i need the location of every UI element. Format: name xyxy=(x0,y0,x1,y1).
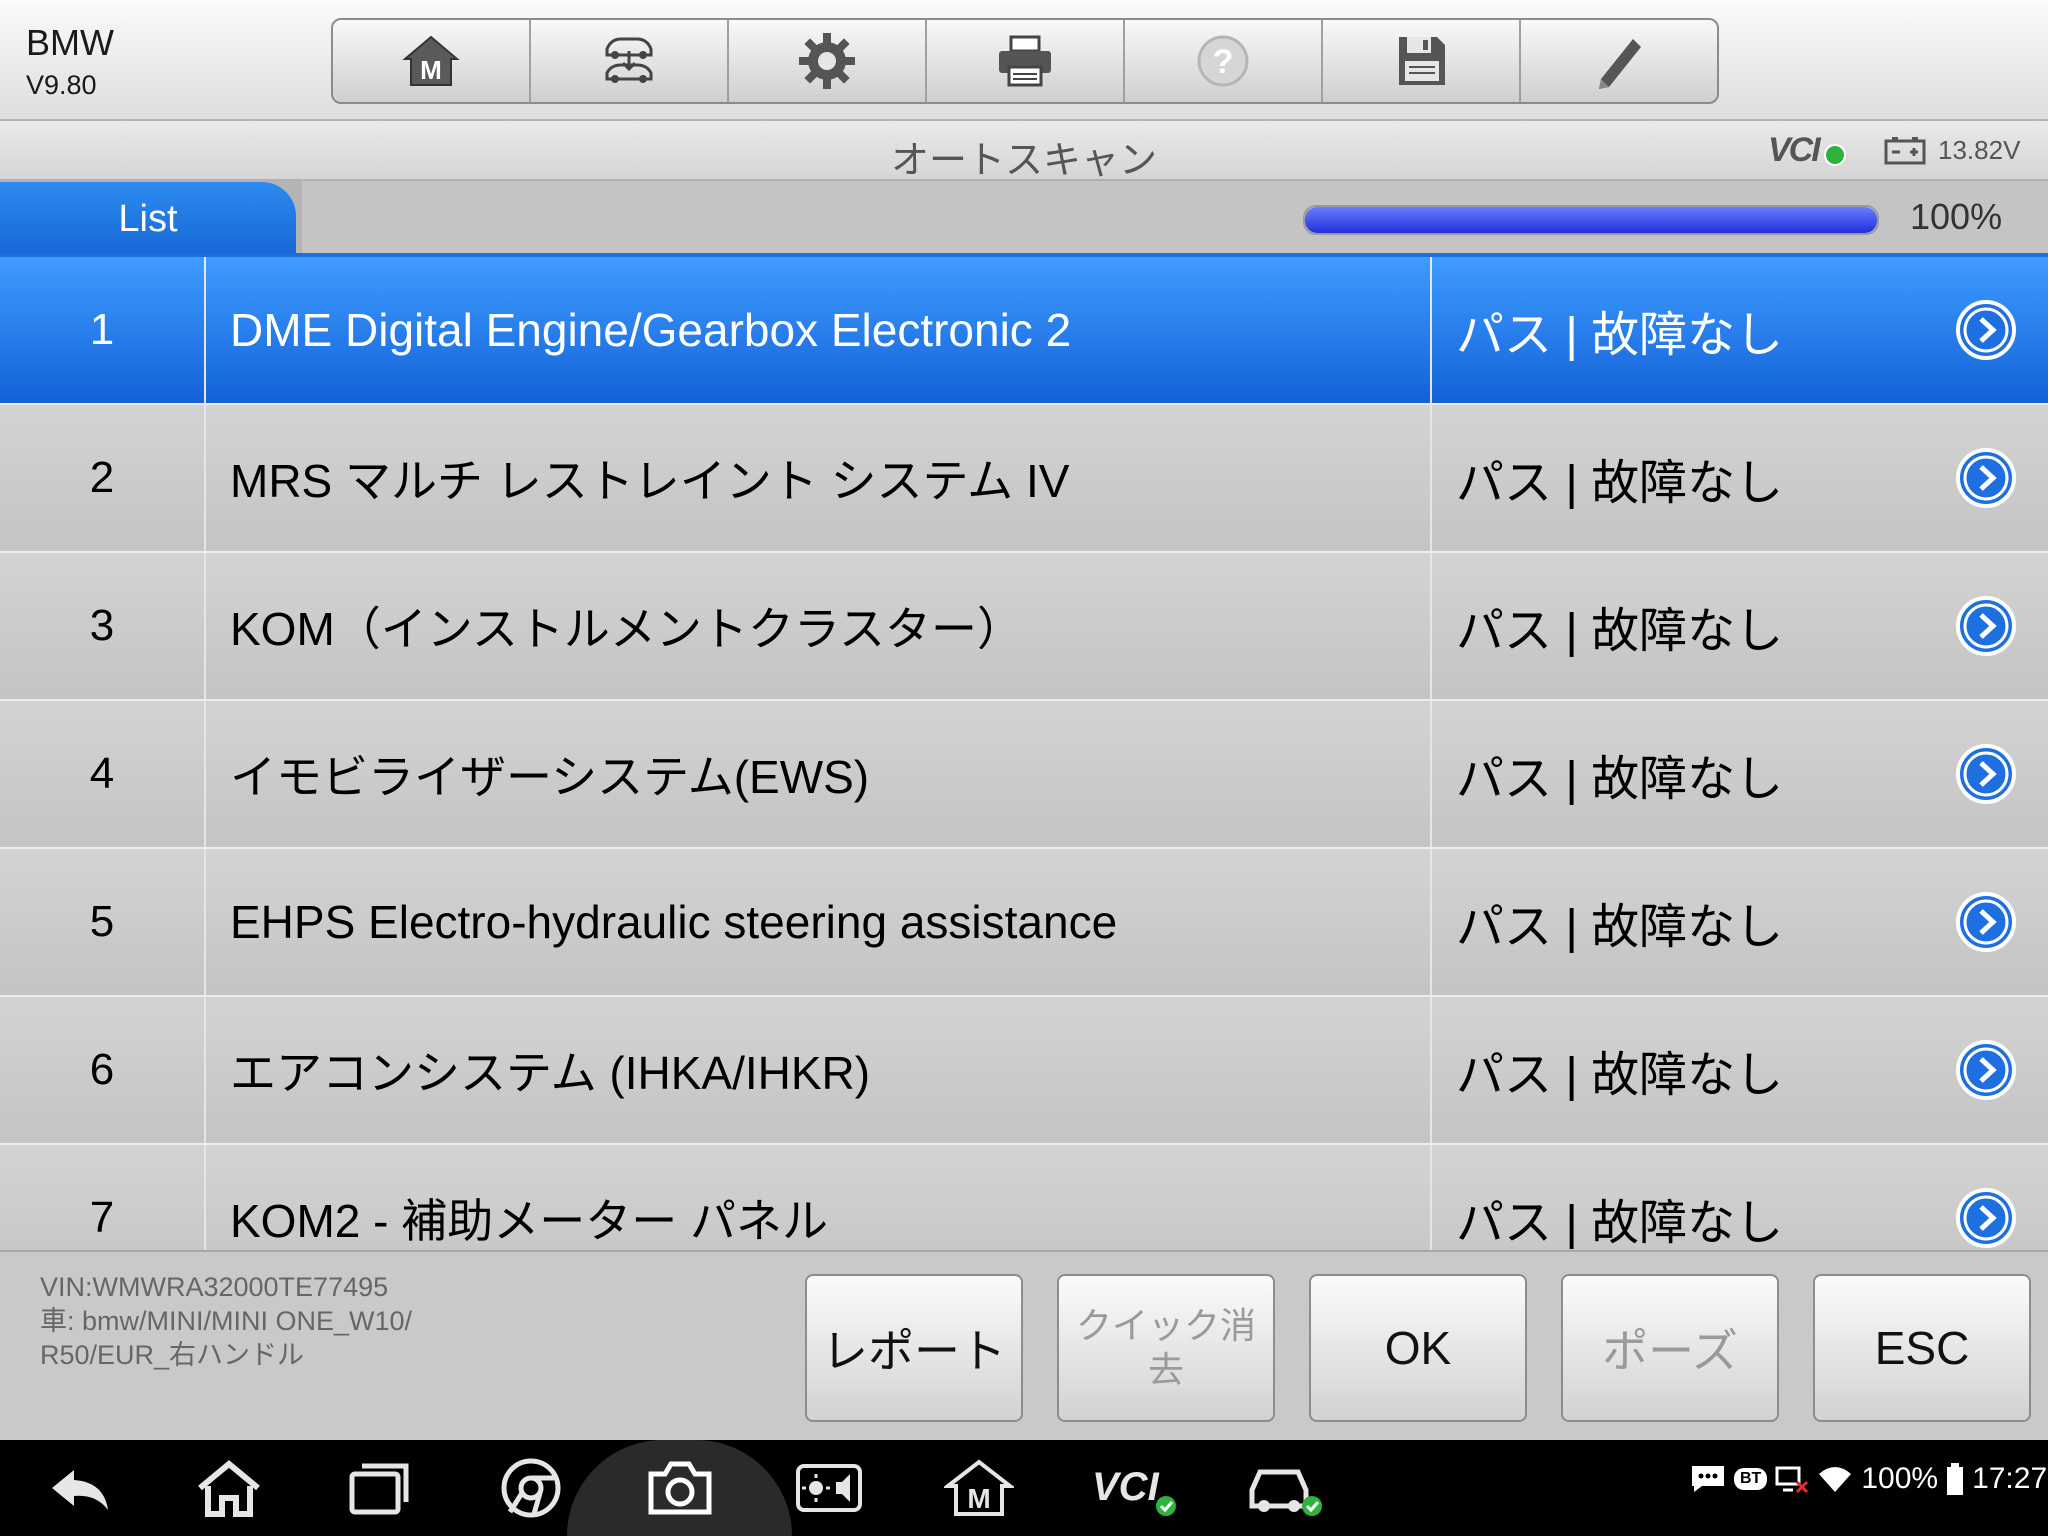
home-icon[interactable] xyxy=(194,1456,264,1520)
network-disconnected-icon xyxy=(1775,1466,1809,1494)
esc-button[interactable]: ESC xyxy=(1813,1274,2031,1422)
module-name: エアコンシステム (IHKA/IHKR) xyxy=(206,997,1432,1143)
chrome-icon[interactable] xyxy=(496,1456,566,1520)
list-item[interactable]: 4 イモビライザーシステム(EWS) パス | 故障なし xyxy=(0,701,2048,849)
device-battery-icon xyxy=(1947,1463,1964,1495)
vehicle-connected-icon[interactable] xyxy=(1246,1456,1326,1520)
row-number: 7 xyxy=(0,1145,206,1250)
vin-label: VIN:WMWRA32000TE77495 xyxy=(40,1272,389,1302)
vehicle-swap-icon xyxy=(605,37,653,83)
system-nav-bar: M VCI BT 100% 17:27 xyxy=(0,1440,2048,1536)
vci-connected-check-icon xyxy=(1824,144,1846,166)
vci-manager-icon[interactable]: VCI xyxy=(1090,1456,1180,1520)
module-name: EHPS Electro-hydraulic steering assistan… xyxy=(206,849,1432,995)
help-icon: ? xyxy=(1197,35,1249,87)
footer-bar: VIN:WMWRA32000TE77495 車: bmw/MINI/MINI O… xyxy=(0,1250,2048,1442)
scan-progress-bar xyxy=(1303,205,1879,235)
bluetooth-icon: BT xyxy=(1734,1468,1768,1490)
recent-apps-icon[interactable] xyxy=(344,1456,414,1520)
battery-percent: 100% xyxy=(1861,1462,1939,1495)
chevron-right-icon[interactable] xyxy=(1955,299,2017,361)
page-title: オートスキャン xyxy=(890,138,1157,182)
home-button[interactable]: M xyxy=(333,20,531,102)
vehicle-make: BMW xyxy=(26,22,114,63)
row-number: 1 xyxy=(0,257,206,403)
brightness-volume-icon[interactable] xyxy=(794,1456,864,1520)
row-number: 5 xyxy=(0,849,206,995)
row-number: 6 xyxy=(0,997,206,1143)
settings-button[interactable] xyxy=(729,20,927,102)
tab-list[interactable]: List xyxy=(0,182,296,256)
pause-button: ポーズ xyxy=(1561,1274,1779,1422)
pencil-icon xyxy=(1599,39,1641,89)
scan-progress-label: 100% xyxy=(1910,196,2003,237)
camera-icon[interactable] xyxy=(645,1456,715,1520)
report-button[interactable]: レポート xyxy=(805,1274,1023,1422)
scan-progress-fill xyxy=(1305,207,1877,233)
row-number: 3 xyxy=(0,553,206,699)
vehicle-swap-button[interactable] xyxy=(531,20,729,102)
svg-text:?: ? xyxy=(1213,43,1234,81)
battery-icon xyxy=(1884,137,1926,165)
svg-text:M: M xyxy=(967,1483,990,1514)
vehicle-info: VIN:WMWRA32000TE77495 車: bmw/MINI/MINI O… xyxy=(40,1270,412,1372)
vehicle-path-line1: 車: bmw/MINI/MINI ONE_W10/ xyxy=(40,1306,413,1336)
list-item[interactable]: 6 エアコンシステム (IHKA/IHKR) パス | 故障なし xyxy=(0,997,2048,1145)
chevron-right-icon[interactable] xyxy=(1955,891,2017,953)
module-name: MRS マルチ レストレイント システム IV xyxy=(206,405,1432,551)
print-button[interactable] xyxy=(927,20,1125,102)
ok-button[interactable]: OK xyxy=(1309,1274,1527,1422)
module-list: 1 DME Digital Engine/Gearbox Electronic … xyxy=(0,257,2048,1250)
printer-icon xyxy=(999,35,1051,87)
chevron-right-icon[interactable] xyxy=(1955,595,2017,657)
list-item[interactable]: 3 KOM（インストルメントクラスター） パス | 故障なし xyxy=(0,553,2048,701)
home-m-icon: M xyxy=(402,35,460,86)
list-item[interactable]: 2 MRS マルチ レストレイント システム IV パス | 故障なし xyxy=(0,405,2048,553)
maxisys-home-icon[interactable]: M xyxy=(944,1456,1014,1520)
battery-voltage: 13.82V xyxy=(1938,135,2021,165)
module-name: KOM（インストルメントクラスター） xyxy=(206,553,1432,699)
module-name: イモビライザーシステム(EWS) xyxy=(206,701,1432,847)
quick-clear-button: クイック消去 xyxy=(1057,1274,1275,1422)
module-name: DME Digital Engine/Gearbox Electronic 2 xyxy=(206,257,1432,403)
wifi-icon xyxy=(1819,1467,1852,1492)
row-number: 4 xyxy=(0,701,206,847)
brand-block: BMW V9.80 xyxy=(26,22,114,101)
chevron-right-icon[interactable] xyxy=(1955,447,2017,509)
toolbar: M ? xyxy=(331,18,1719,104)
software-version: V9.80 xyxy=(26,70,97,100)
clock: 17:27 xyxy=(1972,1462,2048,1495)
svg-text:M: M xyxy=(420,55,442,85)
row-number: 2 xyxy=(0,405,206,551)
save-button[interactable] xyxy=(1323,20,1521,102)
tab-row: List 100% xyxy=(0,181,2048,256)
vehicle-path-line2: R50/EUR_右ハンドル xyxy=(40,1340,305,1370)
chevron-right-icon[interactable] xyxy=(1955,1039,2017,1101)
svg-text:VCI: VCI xyxy=(1092,1465,1160,1509)
list-item[interactable]: 7 KOM2 - 補助メーター パネル パス | 故障なし xyxy=(0,1145,2048,1250)
help-button: ? xyxy=(1125,20,1323,102)
message-icon xyxy=(1692,1466,1724,1492)
list-item[interactable]: 1 DME Digital Engine/Gearbox Electronic … xyxy=(0,257,2048,405)
vci-status-label: VCI xyxy=(1768,131,1821,169)
chevron-right-icon[interactable] xyxy=(1955,743,2017,805)
app-header: BMW V9.80 M ? xyxy=(0,0,2048,121)
module-name: KOM2 - 補助メーター パネル xyxy=(206,1145,1432,1250)
chevron-right-icon[interactable] xyxy=(1955,1187,2017,1249)
list-item[interactable]: 5 EHPS Electro-hydraulic steering assist… xyxy=(0,849,2048,997)
back-icon[interactable] xyxy=(46,1456,116,1520)
title-bar: オートスキャン VCI 13.82V xyxy=(0,121,2048,182)
gear-icon xyxy=(799,33,855,89)
edit-button[interactable] xyxy=(1521,20,1717,102)
save-icon xyxy=(1399,37,1445,85)
status-tray: BT 100% 17:27 xyxy=(1690,1462,2047,1496)
